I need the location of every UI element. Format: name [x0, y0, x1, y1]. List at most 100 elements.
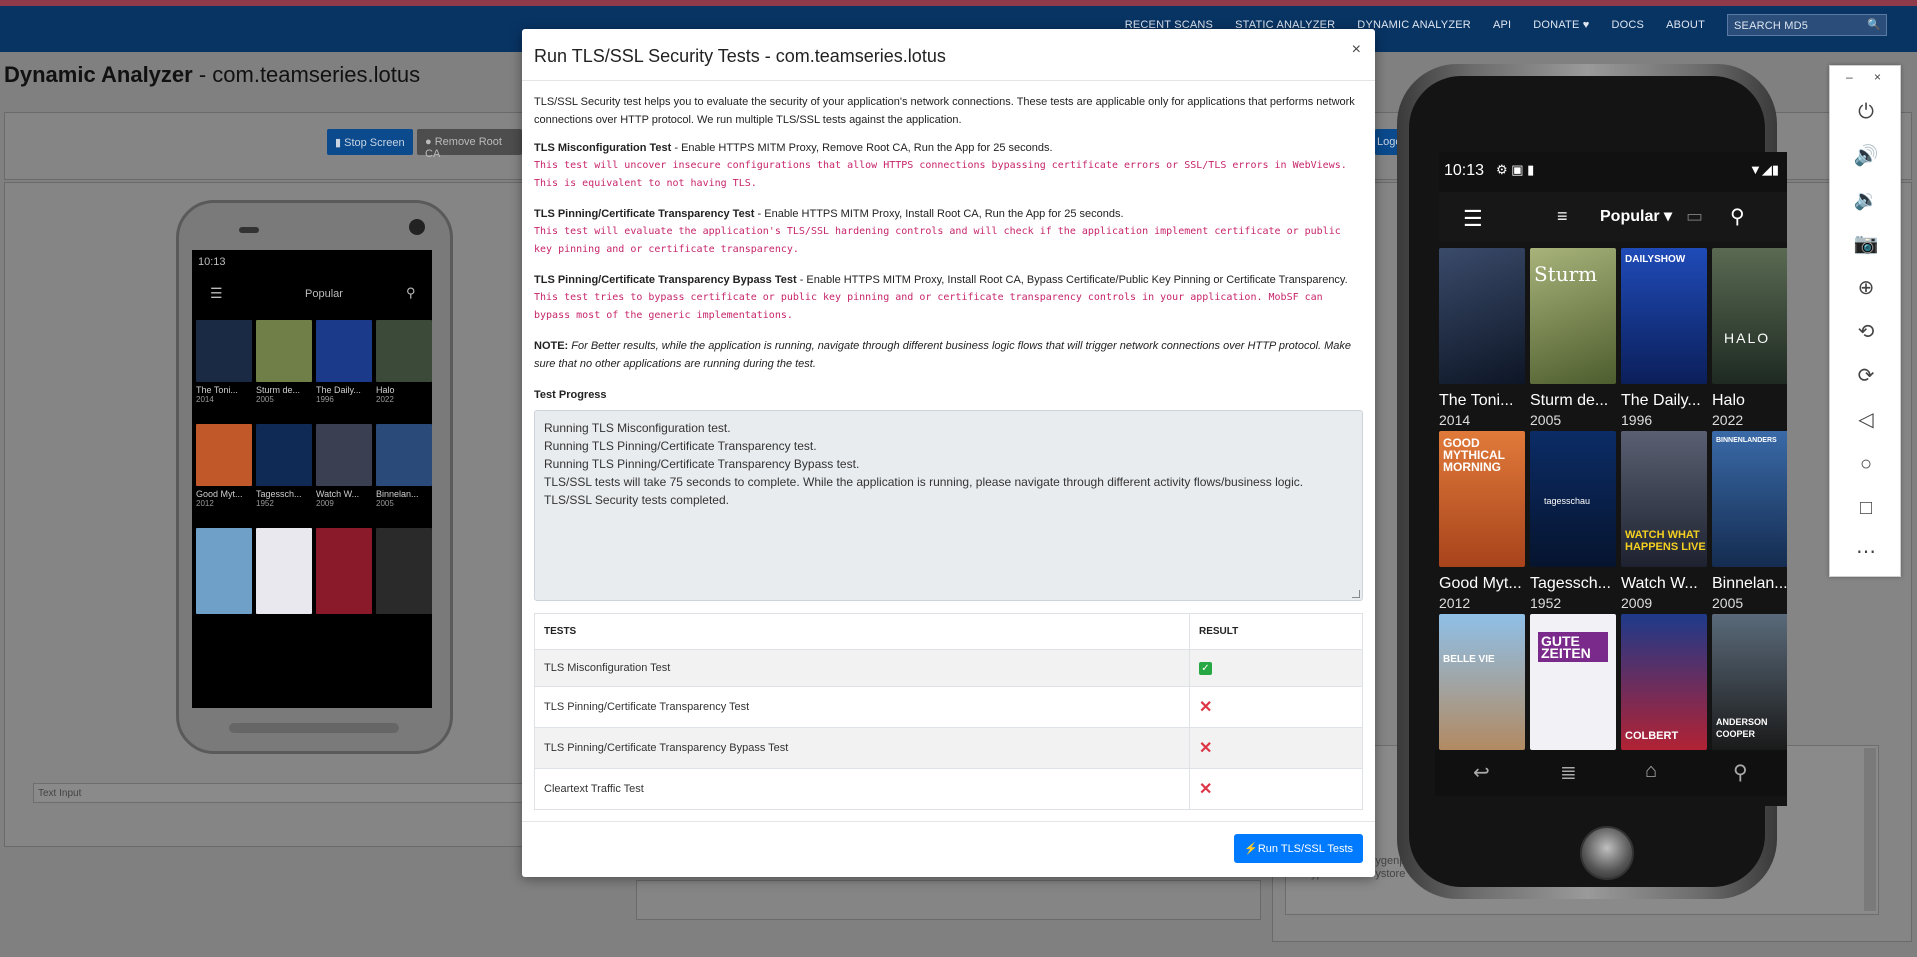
emulator-screen[interactable]: 10:13 ⚙ ▣ ▮ ▼◢▮ ☰ ≡ Popular ▾ ▭ ⚲ The To… [1435, 152, 1787, 806]
search-icon[interactable]: ⚲ [1730, 204, 1745, 229]
result-cell: ✕ [1189, 686, 1363, 728]
tile-year: 1952 [1530, 595, 1562, 611]
test-name: TLS Misconfiguration Test [534, 649, 1190, 687]
nav-docs[interactable]: DOCS [1612, 19, 1645, 31]
list-item[interactable]: The Toni... 2014 [1439, 248, 1526, 431]
tile-year: 2009 [1621, 595, 1653, 611]
list-item[interactable]: Sturm Sturm de... 2005 [1530, 248, 1617, 431]
text-input[interactable]: Text Input [33, 783, 523, 803]
poster-caption: GOOD MYTHICAL MORNING [1443, 436, 1505, 474]
run-tls-tests-button[interactable]: ⚡Run TLS/SSL Tests [1234, 834, 1363, 863]
menu-icon[interactable]: ≣ [1560, 760, 1577, 785]
results-table: TESTS RESULT TLS Misconfiguration Test ✓… [534, 613, 1363, 810]
progress-textarea[interactable]: Running TLS Misconfiguration test. Runni… [534, 410, 1363, 601]
table-row: TLS Pinning/Certificate Transparency Byp… [534, 727, 1363, 769]
cast-icon[interactable]: ▭ [1686, 206, 1703, 227]
search-input[interactable]: Search MD5 🔍 [1727, 14, 1887, 36]
cross-icon: ✕ [1199, 781, 1213, 798]
modal-header: Run TLS/SSL Security Tests - com.teamser… [522, 29, 1375, 81]
home-icon[interactable]: ○ [1848, 446, 1884, 482]
poster [256, 424, 312, 486]
zoom-icon[interactable]: ⊕ [1848, 270, 1884, 306]
list-item[interactable]: GOOD MYTHICAL MORNING Good Myt... 2012 [1439, 431, 1526, 614]
list-item[interactable]: tagesschau Tagessch... 1952 [1530, 431, 1617, 614]
search-icon[interactable]: ⚲ [1733, 760, 1748, 785]
back-icon[interactable]: ↩ [1473, 760, 1490, 785]
menu-icon: ☰ [210, 285, 223, 301]
rotate-left-icon[interactable]: ⟲ [1848, 314, 1884, 350]
circle-icon: ● [425, 136, 432, 148]
list-item[interactable]: HALO Halo 2022 [1712, 248, 1787, 431]
table-row: TLS Misconfiguration Test ✓ [534, 649, 1363, 687]
search-icon[interactable]: 🔍 [1867, 18, 1881, 31]
close-icon[interactable]: × [1874, 70, 1881, 84]
poster [196, 320, 252, 382]
nav-about[interactable]: ABOUT [1666, 19, 1705, 31]
poster-caption: BELLE VIE [1443, 654, 1495, 665]
list-item[interactable]: WATCH WHAT HAPPENS LIVE Watch W... 2009 [1621, 431, 1708, 614]
back-icon[interactable]: ◁ [1848, 402, 1884, 438]
list-item [316, 528, 372, 614]
device-screen-small[interactable]: 10:13 ☰ Popular ⚲ The Toni... 2014 Sturm … [192, 250, 432, 708]
status-time: 10:13 [198, 256, 226, 268]
camera-icon[interactable]: 📷 [1848, 226, 1884, 262]
modal-title: Run TLS/SSL Security Tests - com.teamser… [534, 46, 946, 66]
remove-root-ca-button[interactable]: ● Remove Root CA [417, 129, 522, 160]
tile-title: The Toni... [196, 385, 238, 395]
tile-year: 2014 [196, 395, 214, 404]
section-heading: TLS Misconfiguration Test [534, 142, 672, 154]
section-heading: TLS Pinning/Certificate Transparency Tes… [534, 208, 755, 220]
menu-icon[interactable]: ☰ [1463, 206, 1483, 232]
volume-up-icon[interactable]: 🔊 [1848, 138, 1884, 174]
poster: tagesschau [1530, 431, 1616, 567]
tile-title: The Toni... [1439, 392, 1514, 409]
nav-api[interactable]: API [1493, 19, 1511, 31]
sort-dropdown[interactable]: Popular ▾ [1600, 206, 1672, 226]
result-cell: ✕ [1189, 768, 1363, 810]
power-icon[interactable]: ⏻ [1848, 94, 1884, 130]
progress-line: TLS/SSL Security tests completed. [544, 493, 729, 507]
camera-dot [409, 219, 425, 235]
minimize-icon[interactable]: – [1846, 70, 1853, 84]
stop-screen-button[interactable]: ▮ Stop Screen [327, 129, 413, 155]
progress-label: Test Progress [534, 389, 607, 401]
scrollbar[interactable] [1864, 748, 1876, 911]
test-name: Cleartext Traffic Test [534, 768, 1190, 810]
tile-title: Sturm de... [1530, 392, 1609, 409]
app-bar: ☰ ≡ Popular ▾ ▭ ⚲ [1439, 192, 1787, 242]
poster: GOOD MYTHICAL MORNING [1439, 431, 1525, 567]
small-grid: The Toni... 2014 Sturm de... 2005 The Dail… [196, 320, 432, 614]
close-icon[interactable]: × [1352, 41, 1361, 59]
android-nav-bar: ↩ ≣ ⌂ ⚲ [1435, 750, 1787, 796]
list-item: Good Myt... 2012 [196, 424, 252, 522]
home-icon[interactable]: ⌂ [1645, 760, 1657, 783]
list-item: Tagessch... 1952 [256, 424, 312, 522]
poster: HALO [1712, 248, 1787, 384]
list-item[interactable]: DAILYSHOW The Daily... 1996 [1621, 248, 1708, 431]
list-item[interactable]: BINNENLANDERS Binnelan... 2005 [1712, 431, 1787, 614]
tile-title: Good Myt... [196, 489, 243, 499]
overview-icon[interactable]: □ [1848, 490, 1884, 526]
toolbar-window-controls: – × [1830, 70, 1900, 88]
emulator-toolbar: – × ⏻ 🔊 🔉 📷 ⊕ ⟲ ⟳ ◁ ○ □ ⋯ [1829, 65, 1901, 577]
tile-title: Watch W... [1621, 575, 1698, 592]
tile-year: 2005 [1712, 595, 1744, 611]
poster: COLBERT [1621, 614, 1707, 750]
bolt-icon: ⚡ [1244, 843, 1258, 855]
more-icon[interactable]: ⋯ [1848, 534, 1884, 570]
filter-icon[interactable]: ≡ [1557, 206, 1568, 227]
hardware-home-button[interactable] [1580, 826, 1634, 880]
section-desc: This test will uncover insecure configur… [534, 160, 1347, 189]
tile-title: Tagessch... [1530, 575, 1611, 592]
resize-handle[interactable] [1352, 590, 1360, 598]
test-name: TLS Pinning/Certificate Transparency Byp… [534, 727, 1190, 769]
progress-line: Running TLS Misconfiguration test. [544, 421, 731, 435]
nav-donate[interactable]: DONATE ♥ [1533, 19, 1589, 31]
poster-caption: DAILYSHOW [1625, 254, 1686, 265]
poster [196, 528, 252, 614]
tile-title: Binnelan... [1712, 575, 1787, 592]
volume-down-icon[interactable]: 🔉 [1848, 182, 1884, 218]
screen-content: 10:13 ⚙ ▣ ▮ ▼◢▮ ☰ ≡ Popular ▾ ▭ ⚲ The To… [1439, 152, 1787, 806]
tile-title: Halo [376, 385, 395, 395]
rotate-right-icon[interactable]: ⟳ [1848, 358, 1884, 394]
